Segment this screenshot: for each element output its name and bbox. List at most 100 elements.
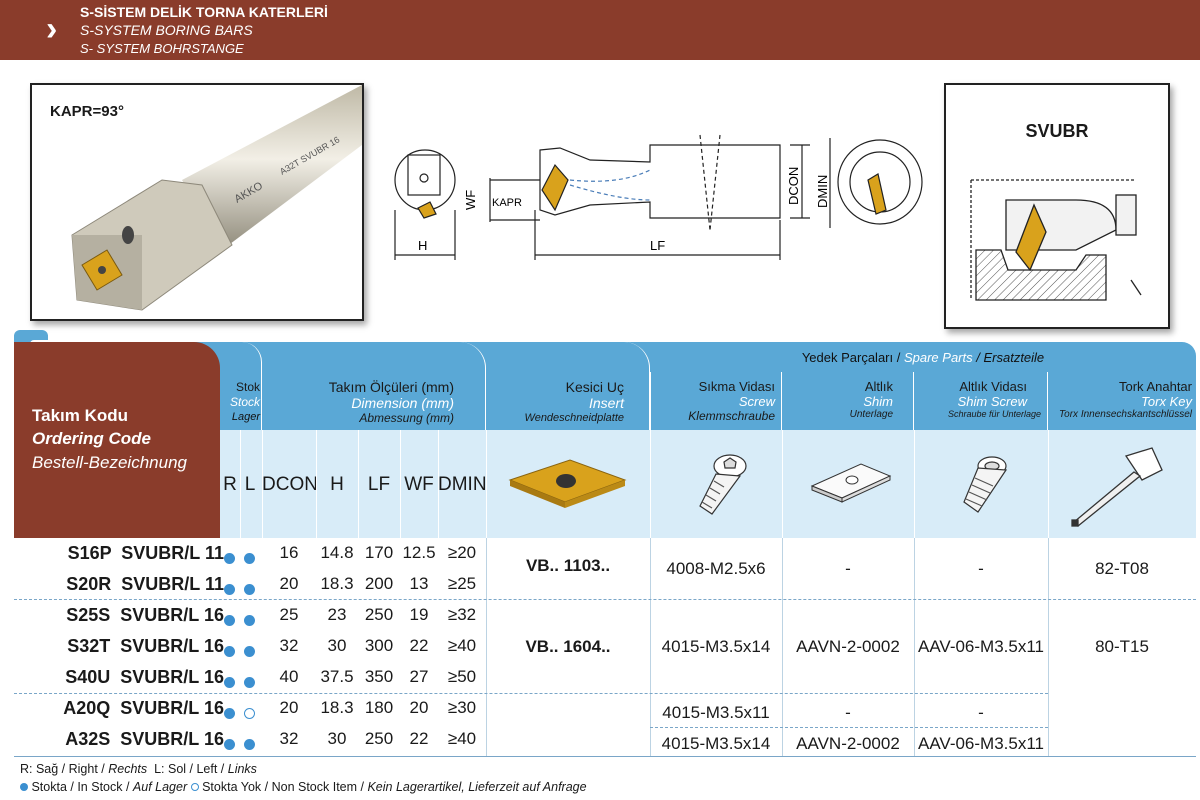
stock-dot-icon	[224, 734, 235, 755]
footer-kein: Kein Lagerartikel, Lieferzeit auf Anfrag…	[367, 780, 587, 794]
wf: 27	[409, 667, 429, 686]
screw-icon	[699, 454, 747, 515]
g3-shim-screw: -	[978, 703, 984, 722]
g1-shim-screw: -	[978, 559, 984, 578]
lf: 250	[364, 729, 394, 748]
table-row: A32S SVUBR/L 16 32 30 250 22 ≥40	[14, 726, 494, 754]
shim-screw-icon	[963, 456, 1008, 513]
title-de: S- SYSTEM BOHRSTANGE	[80, 41, 244, 56]
torx-en: Torx Key	[1141, 394, 1192, 409]
stock-dot-icon	[244, 579, 255, 600]
stock-dot-icon	[244, 641, 255, 662]
stock-de: Lager	[231, 411, 260, 423]
table-bottom	[14, 756, 1196, 757]
title-en: S-SYSTEM BORING BARS	[80, 22, 253, 38]
footer-links: Links	[227, 762, 257, 776]
sep	[782, 430, 783, 538]
wf: 20	[409, 698, 429, 717]
shim-screw-tr: Altlık Vidası	[959, 379, 1027, 394]
g4-screw: 4015-M3.5x14	[661, 734, 771, 753]
h: 30	[327, 636, 347, 655]
stock-dot-icon	[244, 548, 255, 569]
dimension-de: Abmessung (mm)	[359, 411, 454, 425]
dmin: ≥40	[447, 636, 477, 655]
row-sep	[14, 599, 1196, 600]
wf: 19	[409, 605, 429, 624]
footer-nonstock: Stokta Yok / Non Stock Item /	[198, 780, 368, 794]
dcon: 20	[279, 698, 299, 717]
footer-line2: Stokta / In Stock / Auf Lager Stokta Yok…	[20, 780, 587, 794]
table-row: S20R SVUBR/L 11 20 18.3 200 13 ≥25	[14, 571, 494, 599]
dcon: 25	[279, 605, 299, 624]
insert-de: Wendeschneidplatte	[524, 412, 624, 424]
ordering-code: S40U SVUBR/L 16	[65, 667, 224, 687]
screw-header: Sıkma Vidası Screw Klemmschraube	[650, 372, 782, 430]
sep	[358, 430, 359, 538]
stock-dot-icon	[224, 610, 235, 631]
lf: 170	[364, 543, 394, 562]
shim-screw-en: Shim Screw	[957, 394, 1027, 409]
g2-screw: 4015-M3.5x14	[661, 637, 771, 656]
dim-h: H	[418, 238, 427, 253]
sep	[316, 430, 317, 538]
row-sep	[650, 727, 1048, 728]
ordering-code: A32S SVUBR/L 16	[65, 729, 224, 749]
shim-screw-header: Altlık Vidası Shim Screw Schraube für Un…	[914, 372, 1048, 430]
dim-dcon: DCON	[786, 167, 801, 205]
dcon: 32	[279, 729, 299, 748]
stock-dot-icon	[224, 548, 235, 569]
torx-key-icon	[1071, 447, 1163, 527]
table-row: S40U SVUBR/L 16 40 37.5 350 27 ≥50	[14, 664, 494, 692]
h: 37.5	[320, 667, 354, 686]
dcon: 32	[279, 636, 299, 655]
col-l: L	[244, 474, 256, 495]
shim-icon	[810, 463, 892, 503]
svubr-box: SVUBR	[944, 83, 1170, 329]
dmin: ≥32	[447, 605, 477, 624]
torx-de: Torx Innensechskantschlüssel	[1058, 409, 1192, 420]
table-row: S32T SVUBR/L 16 32 30 300 22 ≥40	[14, 633, 494, 661]
col-wf: WF	[404, 474, 434, 495]
col-lf: LF	[367, 474, 391, 495]
dmin: ≥20	[447, 543, 477, 562]
lf: 250	[364, 605, 394, 624]
table-row: S16P SVUBR/L 11 16 14.8 170 12.5 ≥20	[14, 540, 494, 568]
stock-dot-icon	[244, 672, 255, 693]
page-header: › S-SİSTEM DELİK TORNA KATERLERİ S-SYSTE…	[0, 0, 1200, 60]
footer-line1: R: Sağ / Right / Rechts L: Sol / Left / …	[20, 762, 257, 776]
title-tr: S-SİSTEM DELİK TORNA KATERLERİ	[80, 4, 328, 20]
sep	[1048, 430, 1049, 538]
h: 18.3	[320, 698, 354, 717]
sep	[438, 430, 439, 538]
lf: 350	[364, 667, 394, 686]
ordering-code-en: Ordering Code	[32, 429, 152, 448]
g2-key: 80-T15	[1095, 637, 1149, 656]
g2-insert: VB.. 1604..	[525, 637, 611, 656]
dim-kapr: KAPR	[492, 197, 522, 209]
stock-dot-icon	[224, 641, 235, 662]
sep	[914, 430, 915, 538]
shim-screw-de: Schraube für Unterlage	[947, 409, 1041, 419]
stock-dot-icon	[224, 672, 235, 693]
g3-shim: -	[845, 703, 851, 722]
footer-rechts: Rechts	[108, 762, 148, 776]
g1-insert: VB.. 1103..	[525, 556, 611, 575]
shim-header: Altlık Shim Unterlage	[782, 372, 914, 430]
h: 30	[327, 729, 347, 748]
stock-en: Stock	[229, 395, 260, 409]
wf: 12.5	[402, 543, 436, 562]
col-dcon: DCON	[262, 474, 318, 495]
dcon: 16	[279, 543, 299, 562]
ordering-code: S25S SVUBR/L 16	[66, 605, 224, 625]
h: 14.8	[320, 543, 354, 562]
h: 18.3	[320, 574, 354, 593]
stock-dot-icon	[20, 783, 28, 791]
col-r: R	[223, 474, 237, 495]
row-sep	[14, 693, 1048, 694]
insert-tr: Kesici Uç	[565, 379, 624, 395]
footer-stock: Stokta / In Stock /	[28, 780, 133, 794]
nonstock-dot-icon	[190, 783, 199, 791]
g1-screw: 4008-M2.5x6	[666, 559, 766, 578]
shim-de: Unterlage	[849, 409, 893, 420]
screw-en: Screw	[738, 394, 775, 409]
